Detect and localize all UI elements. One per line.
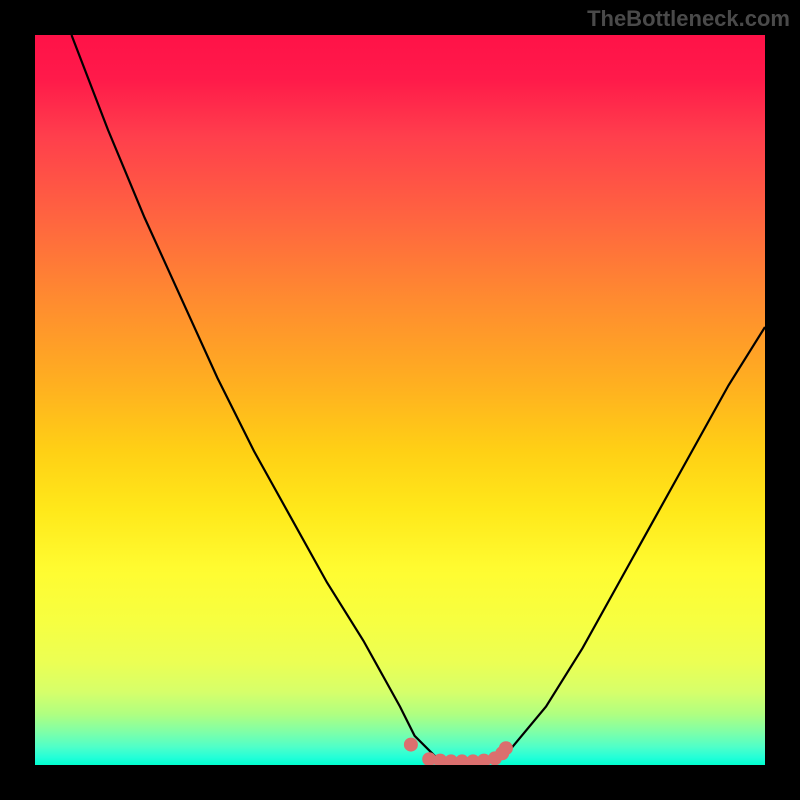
chart-svg xyxy=(35,35,765,765)
app-frame: TheBottleneck.com xyxy=(0,0,800,800)
watermark-text: TheBottleneck.com xyxy=(587,6,790,32)
chart-container xyxy=(35,35,765,765)
valley-dot xyxy=(499,741,513,755)
valley-dot xyxy=(404,738,418,752)
bottleneck-curve-path xyxy=(72,35,766,765)
